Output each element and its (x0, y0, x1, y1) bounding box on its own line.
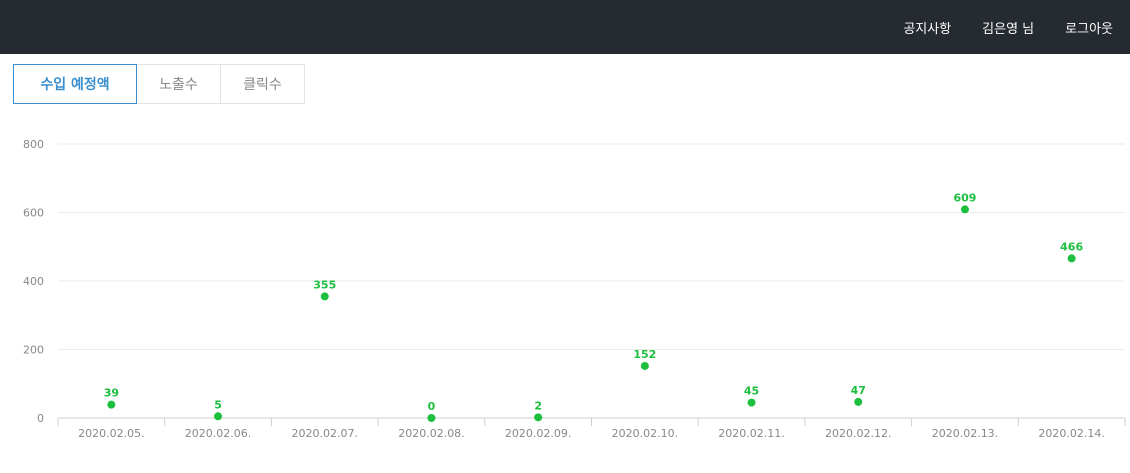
data-label: 609 (953, 191, 976, 204)
x-tick-label: 2020.02.12. (825, 427, 891, 440)
x-tick-label: 2020.02.13. (932, 427, 998, 440)
y-tick-label: 600 (23, 207, 44, 220)
data-label: 152 (633, 348, 656, 361)
data-point (214, 412, 223, 421)
x-tick-label: 2020.02.10. (612, 427, 678, 440)
data-label: 355 (313, 278, 336, 291)
data-point (747, 398, 756, 407)
data-label: 5 (214, 398, 222, 411)
x-tick-label: 2020.02.11. (718, 427, 784, 440)
data-label: 2 (534, 399, 542, 412)
x-tick-label: 2020.02.06. (185, 427, 251, 440)
revenue-chart: 0 200 400 600 800 2020.02.05. 2020.02.06. 2020.… (23, 138, 1126, 440)
x-tick-label: 2020.02.14. (1038, 427, 1104, 440)
x-tick-label: 2020.02.05. (78, 427, 144, 440)
tab-impressions[interactable]: 노출수 (137, 64, 221, 104)
data-point (107, 400, 116, 409)
data-point (427, 414, 436, 422)
data-point (640, 361, 649, 370)
y-tick-label: 800 (23, 138, 44, 151)
data-point (320, 292, 329, 301)
tab-expected-revenue[interactable]: 수입 예정액 (13, 64, 137, 104)
top-header-bar: 공지사항 김은영 님 로그아웃 (0, 0, 1130, 54)
data-point (854, 397, 863, 406)
metric-tabs: 수입 예정액 노출수 클릭수 (13, 64, 305, 104)
data-label: 0 (428, 400, 436, 413)
data-label: 45 (744, 385, 759, 398)
data-point (534, 413, 543, 422)
y-tick-label: 400 (23, 275, 44, 288)
data-point (1067, 254, 1076, 263)
top-navigation: 공지사항 김은영 님 로그아웃 (889, 0, 1130, 54)
x-tick-label: 2020.02.08. (398, 427, 464, 440)
data-point (960, 205, 969, 214)
data-label: 466 (1060, 240, 1083, 253)
y-tick-label: 0 (37, 412, 44, 425)
y-tick-label: 200 (23, 344, 44, 357)
data-label: 39 (104, 387, 119, 400)
data-label: 47 (851, 384, 866, 397)
x-tick-label: 2020.02.09. (505, 427, 571, 440)
logout-link[interactable]: 로그아웃 (1065, 18, 1113, 37)
x-tick-label: 2020.02.07. (292, 427, 358, 440)
user-name-link[interactable]: 김은영 님 (982, 18, 1034, 37)
tab-clicks[interactable]: 클릭수 (221, 64, 305, 104)
notice-link[interactable]: 공지사항 (903, 18, 951, 37)
